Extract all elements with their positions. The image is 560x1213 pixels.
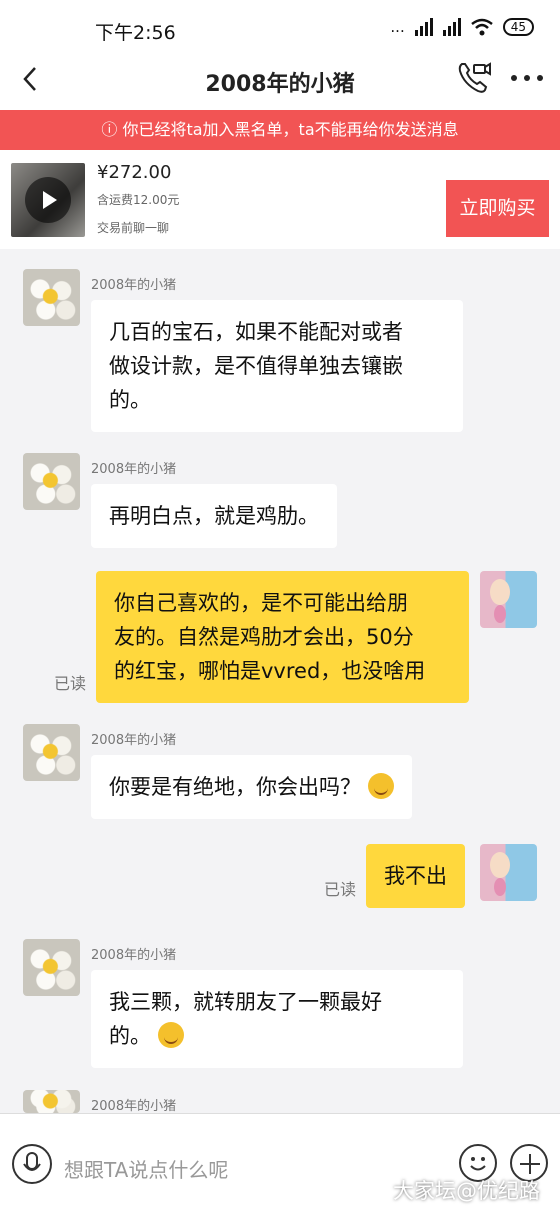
- my-avatar[interactable]: [480, 844, 537, 901]
- contact-avatar[interactable]: [23, 1090, 80, 1113]
- my-message-bubble[interactable]: 你自己喜欢的，是不可能出给朋 友的。自然是鸡肋才会出，50分 的红宝，哪怕是vv…: [96, 571, 469, 703]
- buy-now-button[interactable]: 立即购买: [446, 180, 549, 237]
- contact-avatar[interactable]: [23, 724, 80, 781]
- sender-name: 2008年的小猪: [91, 1099, 177, 1114]
- message-line: 的。: [109, 388, 151, 412]
- message-bubble[interactable]: 再明白点，就是鸡肋。: [91, 484, 337, 548]
- chat-hint: 交易前聊一聊: [97, 221, 170, 235]
- product-video-thumbnail[interactable]: [11, 163, 85, 237]
- wifi-icon: [470, 18, 493, 36]
- status-dots: ...: [390, 18, 405, 36]
- message-line: 你要是有绝地，你会出吗？: [109, 775, 361, 799]
- contact-avatar[interactable]: [23, 939, 80, 996]
- signal-icon: [442, 18, 461, 36]
- watermark: 大家坛@优纪路: [393, 1179, 540, 1203]
- my-message-bubble[interactable]: 我不出: [366, 844, 465, 908]
- phone-video-icon[interactable]: [456, 60, 492, 96]
- shy-emoji-icon: [367, 773, 394, 799]
- product-price: ¥272.00: [97, 162, 172, 183]
- message-bubble[interactable]: 几百的宝石，如果不能配对或者 做设计款，是不值得单独去镶嵌 的。: [91, 300, 463, 432]
- product-card[interactable]: ¥272.00 含运费12.00元 交易前聊一聊 立即购买: [0, 150, 560, 249]
- read-receipt: 已读: [324, 880, 357, 899]
- read-receipt: 已读: [54, 674, 87, 693]
- message-line: 的红宝，哪怕是vvred，也没啥用: [114, 659, 426, 683]
- sender-name: 2008年的小猪: [91, 278, 177, 293]
- signal-icon: [414, 18, 433, 36]
- message-line: 我三颗，就转朋友了一颗最好: [109, 990, 382, 1014]
- message-input[interactable]: 想跟TA说点什么呢: [64, 1154, 228, 1183]
- message-bubble[interactable]: 你要是有绝地，你会出吗？: [91, 755, 412, 819]
- blacklist-banner: ⓘ 你已经将ta加入黑名单，ta不能再给你发送消息: [0, 110, 560, 150]
- battery-icon: 45: [502, 18, 534, 36]
- status-icons: ... 45: [390, 18, 534, 36]
- sender-name: 2008年的小猪: [91, 733, 177, 748]
- my-avatar[interactable]: [480, 571, 537, 628]
- more-icon[interactable]: [510, 66, 544, 90]
- message-line: 我不出: [384, 864, 447, 888]
- microphone-icon[interactable]: [12, 1144, 52, 1184]
- status-time: 下午2:56: [95, 22, 176, 44]
- status-bar: 下午2:56 ... 45: [0, 0, 560, 58]
- sender-name: 2008年的小猪: [91, 948, 177, 963]
- message-line: 友的。自然是鸡肋才会出，50分: [114, 625, 414, 649]
- mic-glyph: [23, 1152, 41, 1171]
- message-line: 你自己喜欢的，是不可能出给朋: [114, 591, 408, 615]
- yummy-emoji-icon: [157, 1022, 184, 1048]
- chat-header: 2008年的小猪: [0, 58, 560, 110]
- sender-name: 2008年的小猪: [91, 462, 177, 477]
- contact-avatar[interactable]: [23, 269, 80, 326]
- message-line: 的。: [109, 1024, 151, 1048]
- message-line: 几百的宝石，如果不能配对或者: [109, 320, 403, 344]
- message-line: 再明白点，就是鸡肋。: [109, 504, 319, 528]
- contact-avatar[interactable]: [23, 453, 80, 510]
- message-line: 做设计款，是不值得单独去镶嵌: [109, 354, 403, 378]
- play-icon[interactable]: [25, 177, 71, 223]
- shipping-fee: 含运费12.00元: [97, 193, 180, 207]
- message-bubble[interactable]: 我三颗，就转朋友了一颗最好 的。: [91, 970, 463, 1068]
